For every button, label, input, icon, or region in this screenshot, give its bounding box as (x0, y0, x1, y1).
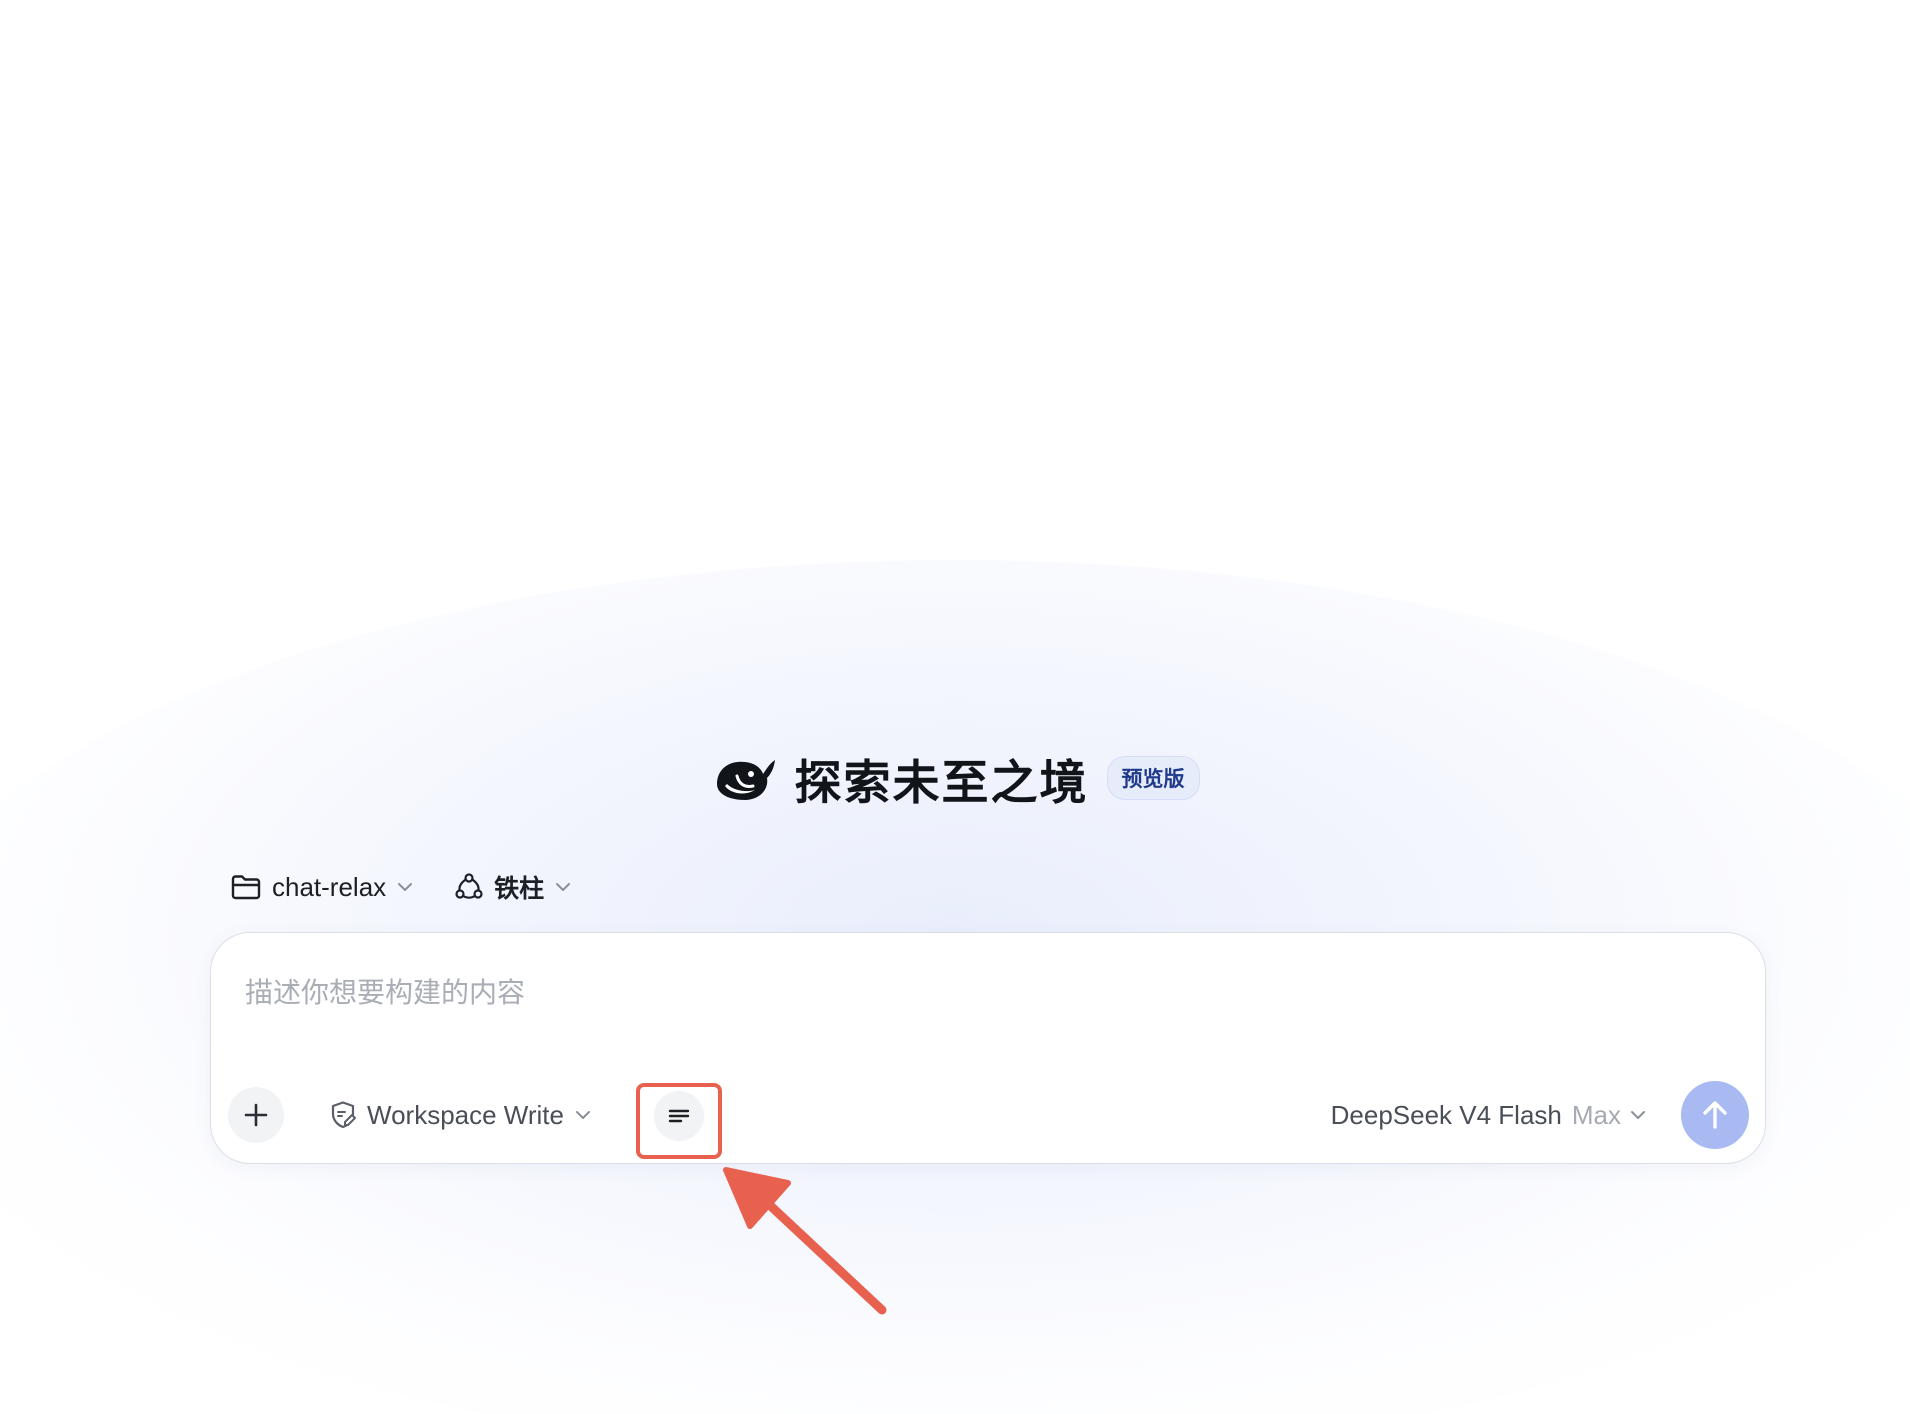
model-tier: Max (1571, 1099, 1621, 1130)
options-menu-button[interactable] (654, 1091, 704, 1141)
permission-mode-selector[interactable]: Workspace Write (329, 1093, 592, 1137)
chevron-down-icon (556, 883, 571, 891)
agent-selector-label: 铁柱 (494, 874, 545, 903)
model-selector[interactable]: DeepSeek V4 Flash Max (1331, 1093, 1647, 1137)
add-attachment-button[interactable] (228, 1087, 284, 1143)
folder-icon (231, 875, 261, 900)
project-selector[interactable]: chat-relax (230, 872, 414, 903)
annotation-arrow-icon (723, 1167, 887, 1315)
arrow-up-icon (1703, 1101, 1727, 1129)
chevron-down-icon (1631, 1111, 1645, 1119)
plus-icon (244, 1103, 268, 1127)
project-selector-label: chat-relax (272, 871, 387, 902)
prompt-input[interactable] (243, 961, 1727, 1023)
agent-nodes-icon (455, 873, 483, 899)
shield-edit-icon (331, 1101, 356, 1129)
prompt-composer: Workspace Write DeepSeek V4 Flash Max (210, 932, 1766, 1164)
page-title: 探索未至之境 (794, 755, 1089, 811)
preview-badge: 预览版 (1106, 756, 1200, 800)
page: 探索未至之境 预览版 chat-relax 铁柱 描述你想要构建的内容 Work… (0, 0, 1910, 1414)
deepseek-whale-icon (716, 760, 775, 800)
hero-header: 探索未至之境 预览版 (0, 738, 1910, 818)
permission-mode-label: Workspace Write (367, 1099, 564, 1130)
context-selectors: chat-relax 铁柱 (230, 862, 572, 912)
send-button[interactable] (1681, 1081, 1749, 1149)
model-name: DeepSeek V4 Flash (1330, 1099, 1562, 1130)
agent-selector[interactable]: 铁柱 (454, 869, 572, 905)
lines-menu-icon (668, 1109, 690, 1123)
chevron-down-icon (575, 1111, 590, 1119)
chevron-down-icon (398, 883, 413, 891)
